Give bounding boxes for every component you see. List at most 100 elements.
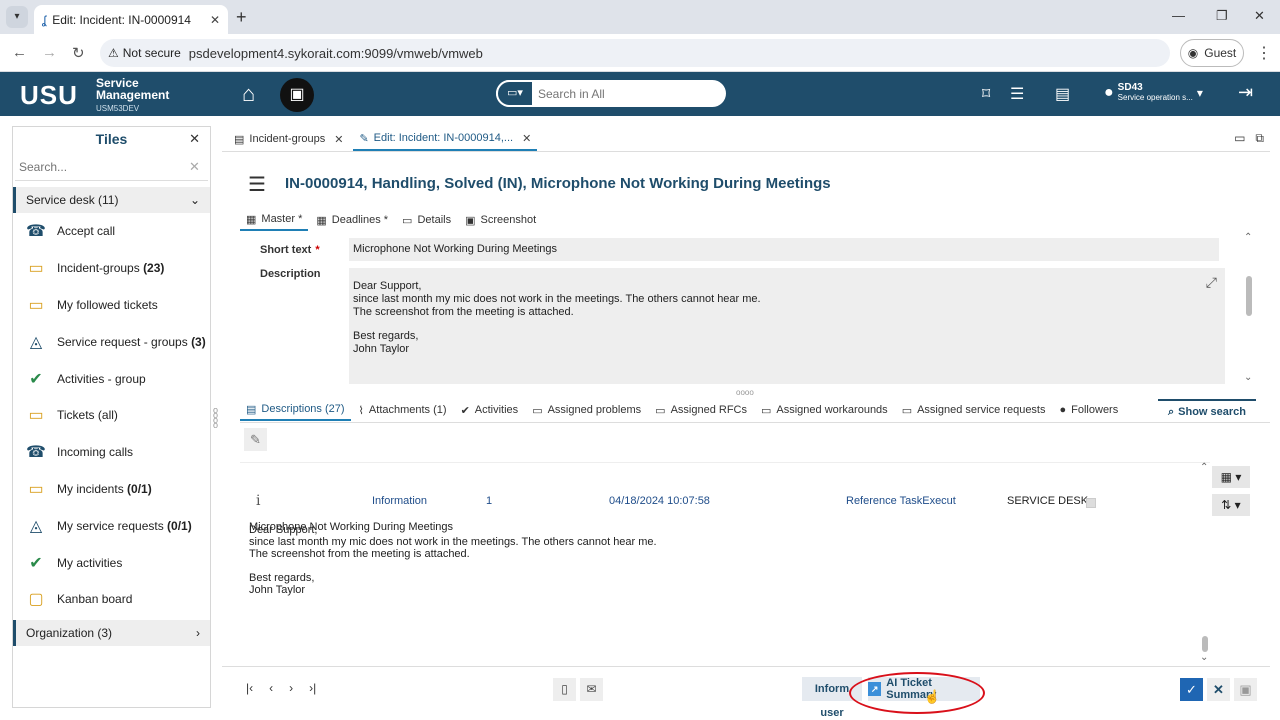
tab-attachments[interactable]: ⌇ Attachments (1) <box>353 399 453 421</box>
column-layout-button[interactable]: ▦ ▾ <box>1212 466 1250 488</box>
short-text-field[interactable]: Microphone Not Working During Meetings <box>349 238 1219 261</box>
tile-my-incidents[interactable]: ▭ My incidents (0/1) <box>13 471 210 508</box>
chevron-down-icon: ▾ <box>1196 85 1203 100</box>
hamburger-menu-icon[interactable]: ☰ <box>248 172 266 197</box>
user-menu[interactable]: ● SD43 Service operation s... ▾ <box>1104 82 1203 103</box>
my-activities-icon: ✔ <box>29 554 43 572</box>
browser-tab[interactable]: ʆ Edit: Incident: IN-0000914, Han ✕ <box>34 5 228 34</box>
last-page-icon[interactable]: ›| <box>309 681 316 695</box>
close-window-icon[interactable]: ✕ <box>1254 8 1265 24</box>
row-checkbox[interactable] <box>1086 498 1096 508</box>
tile-incident-groups[interactable]: ▭ Incident-groups (23) <box>13 250 210 287</box>
email-button[interactable]: ✉ <box>580 678 603 701</box>
detach-icon[interactable]: ⧉ <box>1255 131 1264 146</box>
grid-scroll-down-icon[interactable]: ⌄ <box>1200 652 1208 663</box>
next-page-icon[interactable]: › <box>289 681 293 695</box>
tab-assigned-workarounds[interactable]: ▭ Assigned workarounds <box>755 399 894 421</box>
bookmark-icon[interactable]: ⌑ <box>982 84 990 104</box>
group-organization[interactable]: Organization (3) › <box>13 619 210 646</box>
tab-screenshot[interactable]: ▣ Screenshot <box>459 209 542 231</box>
tab-master[interactable]: ▦ Master * <box>240 209 309 231</box>
close-tiles-icon[interactable]: ✕ <box>189 127 200 151</box>
tile-my-followed-tickets[interactable]: ▭ My followed tickets <box>13 287 210 324</box>
tile-service-request-groups[interactable]: ◬ Service request - groups (3) <box>13 323 210 360</box>
confirm-button[interactable]: ✓ <box>1180 678 1203 701</box>
tile-accept-call[interactable]: ☎ Accept call <box>13 213 210 250</box>
browser-tab-title: Edit: Incident: IN-0000914, Han <box>52 12 193 27</box>
person-icon: ● <box>1059 404 1067 416</box>
show-search-button[interactable]: ⌕ Show search <box>1158 399 1256 423</box>
tile-tickets-all[interactable]: ▭ Tickets (all) <box>13 397 210 434</box>
minimize-icon[interactable]: — <box>1172 8 1185 23</box>
sort-button[interactable]: ⇅ ▾ <box>1212 494 1250 516</box>
edit-pencil-button[interactable]: ✎ <box>244 428 267 451</box>
global-search-input[interactable] <box>538 86 718 101</box>
master-icon: ▦ <box>246 213 257 226</box>
logout-icon[interactable]: ⇥ <box>1238 82 1253 103</box>
save-button[interactable]: ▣ <box>1234 678 1257 701</box>
tab-details[interactable]: ▭ Details <box>396 209 457 231</box>
monitor-icon[interactable]: ▣ <box>280 78 314 112</box>
resize-handle[interactable]: oooo <box>736 388 754 397</box>
tile-my-service-requests[interactable]: ◬ My service requests (0/1) <box>13 507 210 544</box>
profile-button[interactable]: ◉ Guest <box>1180 39 1244 67</box>
first-page-icon[interactable]: |‹ <box>246 681 253 695</box>
tickets-icon: ▭ <box>28 407 44 425</box>
expand-icon[interactable]: ⤢ <box>1206 275 1217 289</box>
reload-icon[interactable]: ↻ <box>72 44 85 62</box>
tab-search-dropdown[interactable]: ▾ <box>6 6 28 28</box>
panel-splitter-handle[interactable]: oooo <box>213 406 218 430</box>
warning-icon: ⚠ <box>108 46 119 60</box>
clipboard-button[interactable]: ▯ <box>553 678 576 701</box>
tiles-search-input[interactable] <box>19 159 189 174</box>
tile-my-activities[interactable]: ✔ My activities <box>13 544 210 581</box>
tab-assigned-rfcs[interactable]: ▭ Assigned RFCs <box>649 399 753 421</box>
description-field[interactable]: Dear Support, since last month my mic do… <box>349 268 1225 384</box>
tab-followers[interactable]: ● Followers <box>1054 399 1125 421</box>
row-date: 04/18/2024 10:07:58 <box>609 495 710 507</box>
tab-activities[interactable]: ✔ Activities <box>455 399 525 421</box>
tile-activities-group[interactable]: ✔ Activities - group <box>13 360 210 397</box>
grid-scrollbar[interactable] <box>1202 636 1208 652</box>
book-icon: ▭ <box>402 214 413 227</box>
tab-deadlines[interactable]: ▦ Deadlines * <box>310 209 394 231</box>
tab-edit-incident[interactable]: ✎ Edit: Incident: IN-0000914,... ✕ <box>353 127 538 151</box>
news-icon[interactable]: ▤ <box>1055 84 1070 104</box>
new-tab-button[interactable]: + <box>236 7 247 28</box>
browser-menu-icon[interactable]: ⋮ <box>1256 43 1272 63</box>
activities-check-icon: ✔ <box>29 370 43 388</box>
clear-search-icon[interactable]: ✕ <box>189 159 200 175</box>
tab-incident-groups[interactable]: ▤ Incident-groups ✕ <box>228 127 349 151</box>
row-reference: Reference TaskExecutor( <box>846 495 956 507</box>
tab-assigned-problems[interactable]: ▭ Assigned problems <box>526 399 647 421</box>
group-service-desk[interactable]: Service desk (11) ⌄ <box>13 187 210 213</box>
cancel-button[interactable]: ✕ <box>1207 678 1230 701</box>
close-tab-icon[interactable]: ✕ <box>210 13 220 27</box>
tab-descriptions[interactable]: ▤ Descriptions (27) <box>240 399 351 421</box>
user-icon: ● <box>1104 83 1114 101</box>
grid-scroll-up-icon[interactable]: ⌃ <box>1200 462 1208 473</box>
prev-page-icon[interactable]: ‹ <box>269 681 273 695</box>
maximize-icon[interactable]: ▭ <box>1234 131 1245 146</box>
browser-tabstrip: ▾ ʆ Edit: Incident: IN-0000914, Han ✕ + … <box>0 0 1280 34</box>
not-secure-indicator[interactable]: ⚠ Not secure <box>108 46 181 60</box>
close-tab-icon[interactable]: ✕ <box>522 132 531 145</box>
tile-incoming-calls[interactable]: ☎ Incoming calls <box>13 434 210 471</box>
restore-icon[interactable]: ❐ <box>1216 8 1228 24</box>
scroll-down-icon[interactable]: ⌄ <box>1244 372 1252 383</box>
list-icon: ▤ <box>234 133 245 146</box>
back-icon[interactable]: ← <box>12 44 27 61</box>
info-icon: i <box>256 493 261 509</box>
tab-assigned-service-requests[interactable]: ▭ Assigned service requests <box>896 399 1052 421</box>
close-tab-icon[interactable]: ✕ <box>334 133 343 146</box>
form-scrollbar[interactable] <box>1246 276 1252 316</box>
forward-icon[interactable]: → <box>42 44 57 61</box>
address-bar[interactable]: ⚠ Not secure psdevelopment4.sykorait.com:… <box>100 39 1170 67</box>
search-scope-dropdown[interactable]: ▭▾ <box>496 80 534 107</box>
list-icon[interactable]: ☰ <box>1010 84 1024 104</box>
table-row[interactable]: i Information 1 04/18/2024 10:07:58 Refe… <box>240 493 1210 509</box>
grid-side-buttons: ▦ ▾ ⇅ ▾ <box>1212 466 1250 516</box>
home-icon[interactable]: ⌂ <box>242 81 255 107</box>
tile-kanban-board[interactable]: ▢ Kanban board <box>13 581 210 618</box>
scroll-up-icon[interactable]: ⌃ <box>1244 232 1252 243</box>
